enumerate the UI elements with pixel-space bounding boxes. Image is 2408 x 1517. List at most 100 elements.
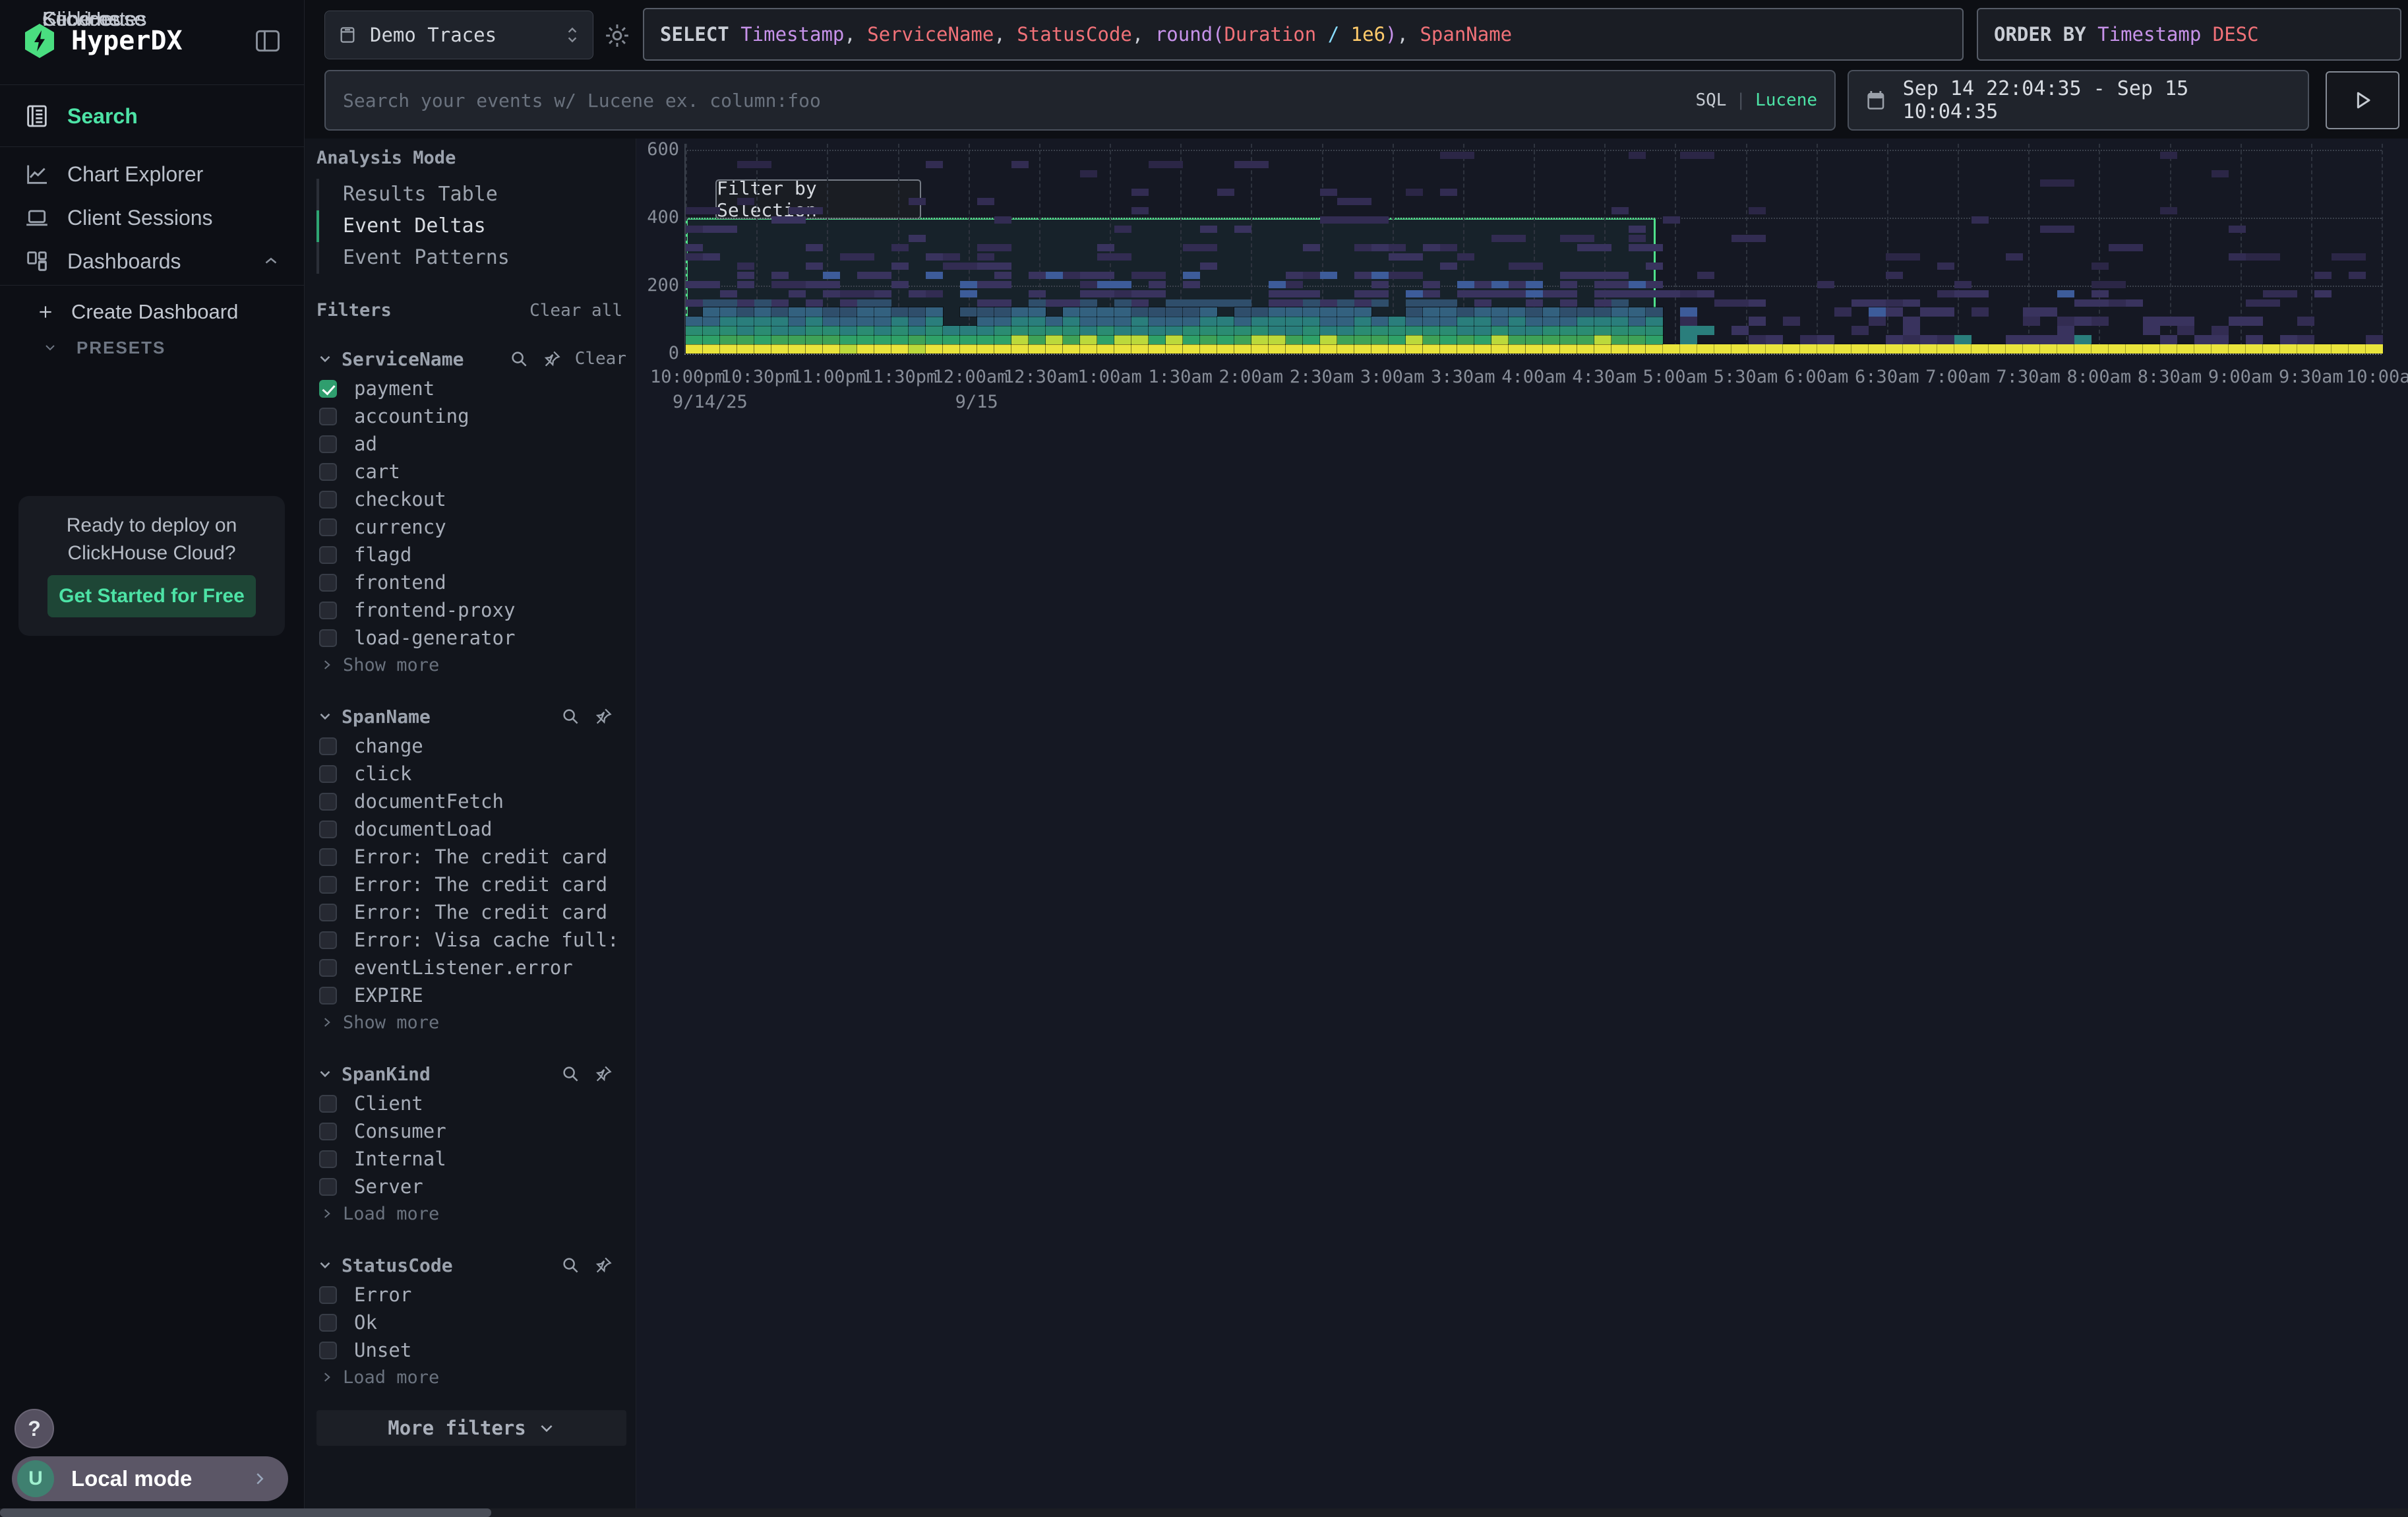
checkbox[interactable] — [319, 987, 337, 1005]
filter-checkbox-row[interactable]: Unset — [316, 1336, 626, 1364]
filter-checkbox-row[interactable]: ad — [316, 430, 626, 458]
filter-checkbox-row[interactable]: Client — [316, 1090, 626, 1117]
filter-checkbox-row[interactable]: currency — [316, 513, 626, 541]
filter-checkbox-row[interactable]: Error: The credit card (… — [316, 871, 626, 898]
checkbox[interactable] — [319, 848, 337, 866]
checkbox[interactable] — [319, 435, 337, 453]
filter-group-clear-button[interactable]: Clear — [575, 349, 626, 369]
help-button[interactable]: ? — [15, 1409, 54, 1448]
checkbox[interactable] — [319, 765, 337, 783]
filter-checkbox-row[interactable]: payment — [316, 375, 626, 402]
divider — [0, 84, 305, 85]
horizontal-scrollbar — [0, 1508, 2408, 1517]
filter-group-header[interactable]: ServiceName Clear — [316, 343, 626, 375]
checkbox[interactable] — [319, 380, 337, 398]
show-more-button[interactable]: Show more — [316, 652, 626, 678]
filter-checkbox-row[interactable]: Error: Visa cache full: … — [316, 926, 626, 954]
checkbox[interactable] — [319, 737, 337, 755]
filter-checkbox-row[interactable]: Ok — [316, 1309, 626, 1336]
checkbox[interactable] — [319, 1286, 337, 1304]
source-select[interactable]: Demo Traces — [324, 11, 593, 59]
checkbox[interactable] — [319, 820, 337, 838]
run-query-button[interactable] — [2326, 71, 2399, 129]
filter-checkbox-row[interactable]: Internal — [316, 1145, 626, 1173]
analysis-mode-tab[interactable]: Event Deltas — [316, 210, 626, 242]
checkbox[interactable] — [319, 491, 337, 509]
filter-checkbox-row[interactable]: cart — [316, 458, 626, 485]
show-more-button[interactable]: Load more — [316, 1200, 626, 1227]
checkbox[interactable] — [319, 931, 337, 949]
presets-toggle[interactable]: PRESETS — [0, 328, 305, 367]
checkbox[interactable] — [319, 1095, 337, 1113]
filter-checkbox-row[interactable]: frontend — [316, 569, 626, 596]
pin-icon[interactable] — [593, 1255, 613, 1275]
chart-line-icon — [24, 161, 50, 187]
search-icon[interactable] — [509, 349, 529, 369]
user-menu[interactable]: U Local mode — [12, 1456, 288, 1501]
show-more-button[interactable]: Load more — [316, 1364, 626, 1390]
filter-checkbox-row[interactable]: Error — [316, 1281, 626, 1309]
sidebar-item-dashboards[interactable]: Dashboards — [0, 237, 305, 285]
analysis-mode-tab[interactable]: Results Table — [316, 179, 626, 210]
checkbox[interactable] — [319, 904, 337, 921]
sql-mode-button[interactable]: SQL — [1695, 90, 1726, 110]
filter-checkbox-row[interactable]: eventListener.error — [316, 954, 626, 981]
checkbox[interactable] — [319, 1314, 337, 1332]
sql-select-editor[interactable]: SELECT Timestamp, ServiceName, StatusCod… — [643, 8, 1964, 61]
gear-icon[interactable] — [603, 21, 632, 50]
filter-checkbox-row[interactable]: accounting — [316, 402, 626, 430]
query-language-toggle: SQL | Lucene — [1695, 90, 1817, 110]
show-more-button[interactable]: Show more — [316, 1009, 626, 1036]
filter-checkbox-row[interactable]: Error: The credit card (… — [316, 898, 626, 926]
filter-checkbox-row[interactable]: documentFetch — [316, 788, 626, 815]
checkbox[interactable] — [319, 1123, 337, 1140]
checkbox[interactable] — [319, 793, 337, 811]
clear-all-filters-button[interactable]: Clear all — [529, 301, 622, 321]
filter-group-header[interactable]: SpanKind — [316, 1058, 626, 1090]
filter-checkbox-row[interactable]: documentLoad — [316, 815, 626, 843]
checkbox[interactable] — [319, 574, 337, 592]
checkbox[interactable] — [319, 546, 337, 564]
pin-icon[interactable] — [542, 349, 562, 369]
filter-checkbox-row[interactable]: Error: The credit card (… — [316, 843, 626, 871]
sidebar-item-client-sessions[interactable]: Client Sessions — [0, 194, 305, 241]
lucene-mode-button[interactable]: Lucene — [1755, 90, 1817, 110]
checkbox[interactable] — [319, 1150, 337, 1168]
sidebar-item-search[interactable]: Search — [0, 92, 305, 140]
sidebar-item-chart-explorer[interactable]: Chart Explorer — [0, 150, 305, 198]
checkbox[interactable] — [319, 518, 337, 536]
filter-group-header[interactable]: SpanName — [316, 700, 626, 732]
checkbox[interactable] — [319, 463, 337, 481]
create-dashboard-button[interactable]: Create Dashboard — [0, 293, 305, 331]
checkbox[interactable] — [319, 876, 337, 894]
search-icon[interactable] — [560, 1064, 580, 1084]
checkbox[interactable] — [319, 408, 337, 425]
filter-checkbox-row[interactable]: Server — [316, 1173, 626, 1200]
preset-dashboard-link[interactable]: Kubernetes — [0, 0, 305, 38]
search-input[interactable] — [343, 90, 1695, 111]
filter-checkbox-row[interactable]: load-generator — [316, 624, 626, 652]
order-by-editor[interactable]: ORDER BY Timestamp DESC — [1977, 8, 2401, 61]
analysis-mode-tab[interactable]: Event Patterns — [316, 242, 626, 274]
more-filters-button[interactable]: More filters — [316, 1410, 626, 1446]
filter-checkbox-row[interactable]: EXPIRE — [316, 981, 626, 1009]
get-started-button[interactable]: Get Started for Free — [47, 575, 256, 617]
checkbox[interactable] — [319, 629, 337, 647]
filter-checkbox-row[interactable]: checkout — [316, 485, 626, 513]
checkbox[interactable] — [319, 602, 337, 619]
filter-checkbox-row[interactable]: change — [316, 732, 626, 760]
filter-group-header[interactable]: StatusCode — [316, 1249, 626, 1281]
checkbox[interactable] — [319, 959, 337, 977]
filter-checkbox-row[interactable]: flagd — [316, 541, 626, 569]
pin-icon[interactable] — [593, 1064, 613, 1084]
time-range-picker[interactable]: Sep 14 22:04:35 - Sep 15 10:04:35 — [1848, 70, 2309, 131]
checkbox[interactable] — [319, 1342, 337, 1359]
search-icon[interactable] — [560, 706, 580, 726]
checkbox[interactable] — [319, 1178, 337, 1196]
filter-checkbox-row[interactable]: frontend-proxy — [316, 596, 626, 624]
search-icon[interactable] — [560, 1255, 580, 1275]
horizontal-scrollbar-thumb[interactable] — [0, 1508, 491, 1517]
filter-checkbox-row[interactable]: click — [316, 760, 626, 788]
pin-icon[interactable] — [593, 706, 613, 726]
filter-checkbox-row[interactable]: Consumer — [316, 1117, 626, 1145]
